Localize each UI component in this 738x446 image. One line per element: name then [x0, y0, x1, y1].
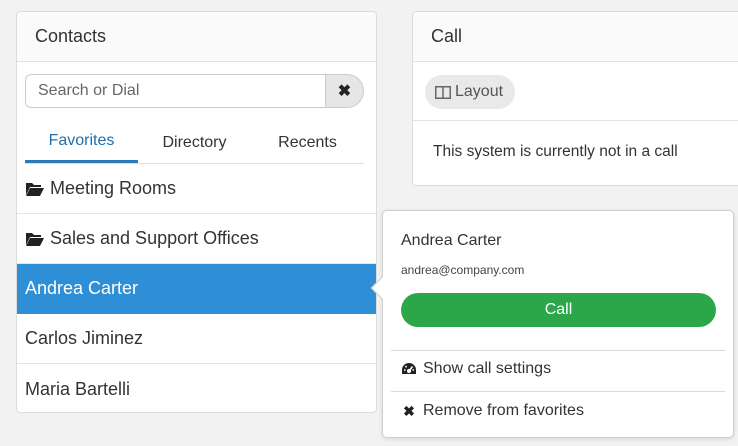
- call-panel: Call Layout This system is currently not…: [412, 11, 738, 186]
- remove-from-favorites-button[interactable]: ✖ Remove from favorites: [401, 402, 584, 420]
- list-item-label: Sales and Support Offices: [50, 228, 259, 248]
- action-label: Remove from favorites: [423, 402, 584, 419]
- close-icon: ✖: [337, 83, 352, 100]
- call-title: Call: [413, 12, 738, 62]
- list-item-label: Meeting Rooms: [50, 178, 177, 198]
- close-icon: ✖: [403, 403, 415, 419]
- clear-search-button[interactable]: ✖: [325, 74, 364, 108]
- contact-email: andrea@company.com: [401, 263, 525, 277]
- columns-icon: [435, 85, 451, 99]
- contact-name: Andrea Carter: [401, 232, 502, 249]
- divider: [391, 391, 725, 392]
- dashboard-icon: [402, 363, 416, 374]
- search-input[interactable]: [25, 74, 325, 108]
- search-bar: ✖: [25, 74, 364, 108]
- list-item-maria-bartelli[interactable]: Maria Bartelli: [17, 364, 376, 414]
- tab-directory[interactable]: Directory: [138, 122, 251, 163]
- divider: [391, 350, 725, 351]
- divider: [413, 120, 738, 121]
- contacts-tabs: Favorites Directory Recents: [25, 122, 364, 164]
- contact-popover: Andrea Carter andrea@company.com Call Sh…: [370, 210, 734, 438]
- list-item-andrea-carter[interactable]: Andrea Carter: [17, 264, 376, 314]
- list-item-carlos-jiminez[interactable]: Carlos Jiminez: [17, 314, 376, 364]
- tab-recents[interactable]: Recents: [251, 122, 364, 163]
- contacts-title: Contacts: [17, 12, 376, 62]
- list-item-label: Carlos Jiminez: [25, 328, 144, 348]
- tab-favorites[interactable]: Favorites: [25, 122, 138, 163]
- action-label: Show call settings: [423, 360, 552, 377]
- contacts-list: Meeting Rooms Sales and Support Offices …: [17, 164, 376, 414]
- contacts-panel: Contacts ✖ Favorites Directory Recents M…: [16, 11, 377, 413]
- list-item-meeting-rooms[interactable]: Meeting Rooms: [17, 164, 376, 214]
- list-item-sales-support[interactable]: Sales and Support Offices: [17, 214, 376, 264]
- list-item-label: Maria Bartelli: [25, 378, 131, 399]
- folder-open-icon: [26, 182, 44, 196]
- call-status-text: This system is currently not in a call: [433, 143, 678, 160]
- call-button[interactable]: Call: [401, 293, 716, 327]
- folder-open-icon: [26, 232, 44, 246]
- layout-label: Layout: [455, 83, 504, 100]
- layout-button[interactable]: Layout: [425, 75, 516, 109]
- show-call-settings-button[interactable]: Show call settings: [401, 360, 551, 378]
- list-item-label: Andrea Carter: [25, 278, 139, 298]
